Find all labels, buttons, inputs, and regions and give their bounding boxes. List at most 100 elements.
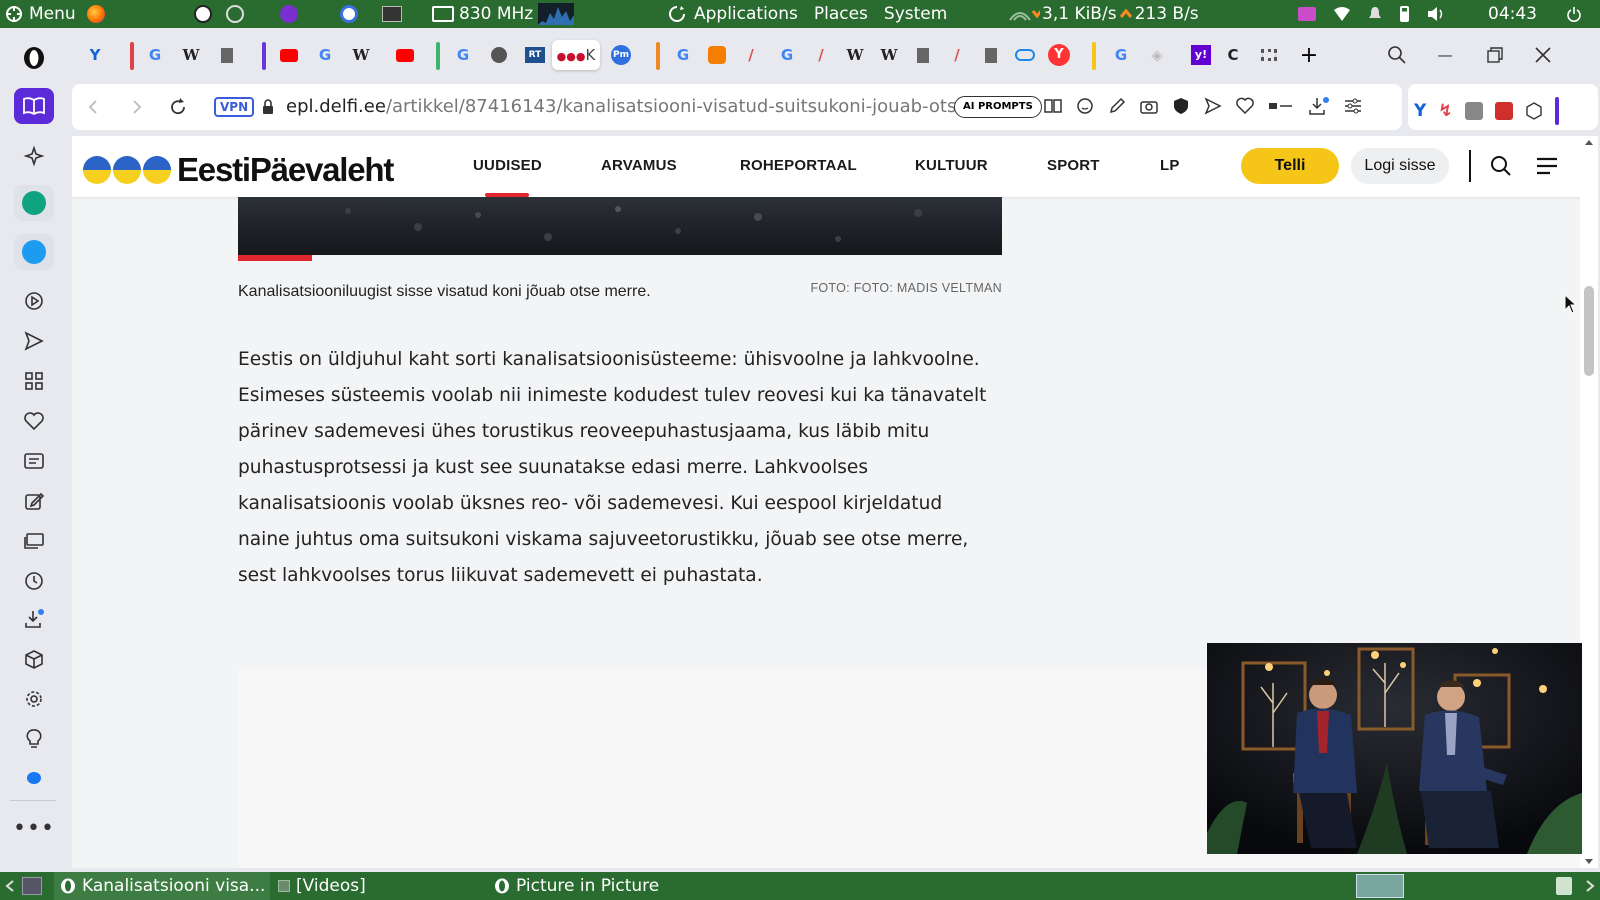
settings-gear-icon[interactable]: [226, 5, 244, 23]
tab-google-6[interactable]: G: [1106, 40, 1136, 70]
subscribe-button[interactable]: Telli: [1241, 148, 1339, 184]
taskbar-window-pip[interactable]: Picture in Picture: [494, 872, 659, 900]
taskbar-scroll-right[interactable]: [1584, 872, 1596, 900]
site-search-icon[interactable]: [1490, 155, 1512, 177]
tab-shield[interactable]: ◈: [1142, 40, 1172, 70]
heart-icon[interactable]: [1236, 97, 1254, 115]
tab-google-4[interactable]: G: [668, 40, 698, 70]
opera-logo-button[interactable]: [14, 40, 54, 76]
reload-icon[interactable]: [168, 97, 188, 117]
tab-wikipedia-1[interactable]: W: [176, 40, 206, 70]
wifi-icon[interactable]: [1334, 6, 1350, 22]
sidebar-settings-button[interactable]: [14, 681, 54, 717]
clock[interactable]: 04:43: [1488, 0, 1537, 28]
tab-rt[interactable]: RT: [520, 40, 550, 70]
new-tab-button[interactable]: +: [1294, 40, 1324, 70]
ext-cube-icon[interactable]: [1525, 102, 1543, 120]
ext-y-icon[interactable]: Y: [1414, 101, 1426, 121]
url-field[interactable]: epl.delfi.ee/artikkel/87416143/kanalisat…: [286, 96, 998, 117]
system-menu[interactable]: System: [884, 4, 947, 24]
reader-mode-icon[interactable]: [1044, 97, 1062, 115]
ai-prompts-button[interactable]: AI PROMPTS: [954, 96, 1042, 118]
tab-document-2[interactable]: [908, 40, 938, 70]
back-icon[interactable]: [86, 99, 100, 115]
sidebar-twitter-button[interactable]: [14, 234, 54, 270]
tab-moon[interactable]: C: [1218, 40, 1248, 70]
nav-lp[interactable]: LP: [1160, 157, 1180, 174]
login-button[interactable]: Logi sisse: [1351, 148, 1449, 184]
hamburger-menu-icon[interactable]: [1536, 156, 1558, 176]
tab-pen-2[interactable]: /: [806, 40, 836, 70]
tab-google-2[interactable]: G: [310, 40, 340, 70]
tab-wikipedia-3[interactable]: W: [840, 40, 870, 70]
sidebar-reader-button[interactable]: [14, 88, 54, 124]
close-window-button[interactable]: [1528, 40, 1558, 70]
battery-icon[interactable]: [1400, 6, 1409, 22]
app-a-icon[interactable]: [194, 5, 212, 23]
sidebar-chatgpt-button[interactable]: [14, 185, 54, 221]
sidebar-tips-button[interactable]: [14, 721, 54, 757]
taskbar-window-videos[interactable]: [Videos]: [278, 872, 366, 900]
downloads-icon[interactable]: [1308, 97, 1330, 115]
tab-grid[interactable]: [1254, 40, 1284, 70]
tab-google-1[interactable]: G: [140, 40, 170, 70]
workspace-switcher[interactable]: [1356, 872, 1404, 900]
tab-youtube-2[interactable]: [390, 40, 420, 70]
ext-translate-icon[interactable]: ↯: [1438, 101, 1452, 121]
menu-button[interactable]: Menu: [4, 0, 105, 28]
tab-yahoo[interactable]: y!: [1186, 40, 1216, 70]
tab-google-3[interactable]: G: [448, 40, 478, 70]
tab-cloud[interactable]: [1010, 40, 1040, 70]
sidebar-send-button[interactable]: [14, 323, 54, 359]
applications-menu[interactable]: Applications: [694, 4, 798, 24]
sidebar-player-button[interactable]: [14, 283, 54, 319]
tab-yandex[interactable]: Y: [1044, 40, 1074, 70]
nav-arvamus[interactable]: ARVAMUS: [601, 157, 677, 174]
places-menu[interactable]: Places: [814, 4, 868, 24]
terminal-icon[interactable]: [382, 6, 402, 22]
maximize-button[interactable]: [1480, 40, 1510, 70]
tab-document-3[interactable]: [976, 40, 1006, 70]
scroll-down-icon[interactable]: [1585, 859, 1593, 864]
tab-search-button[interactable]: [1382, 40, 1412, 70]
power-button[interactable]: [1566, 0, 1582, 28]
audio-app-icon[interactable]: [1298, 7, 1316, 21]
nav-uudised[interactable]: UUDISED: [473, 157, 542, 174]
sidebar-extensions-button[interactable]: [14, 642, 54, 678]
notification-bell-icon[interactable]: [1368, 6, 1382, 22]
sidebar-more-button[interactable]: •••: [13, 810, 54, 846]
send-icon[interactable]: [1204, 97, 1222, 115]
sidebar-history-button[interactable]: [14, 563, 54, 599]
sidebar-aria-button[interactable]: [14, 138, 54, 174]
sidebar-messenger-button[interactable]: [14, 760, 54, 796]
scroll-up-icon[interactable]: [1585, 140, 1593, 145]
tab-document-1[interactable]: [212, 40, 242, 70]
vpn-badge[interactable]: VPN: [214, 97, 255, 117]
tab-google-5[interactable]: G: [772, 40, 802, 70]
picture-in-picture-window[interactable]: [1207, 643, 1582, 854]
tab-pen-3[interactable]: /: [942, 40, 972, 70]
pencil-icon[interactable]: [1108, 97, 1126, 115]
trash-button[interactable]: [1556, 872, 1572, 900]
shield-icon[interactable]: [1172, 97, 1190, 115]
page-scrollbar[interactable]: [1580, 136, 1598, 868]
tab-globe[interactable]: [484, 40, 514, 70]
taskbar-window-opera[interactable]: Kanalisatsiooni visa...: [54, 872, 270, 900]
camera-icon[interactable]: [1140, 97, 1158, 115]
battery-saver-icon[interactable]: [1268, 97, 1294, 115]
ext-calendar-icon[interactable]: [1494, 102, 1513, 120]
tab-youtube-1[interactable]: [274, 40, 304, 70]
opera-icon[interactable]: [340, 5, 358, 23]
nav-kultuur[interactable]: KULTUUR: [915, 157, 988, 174]
sidebar-bookmarks-button[interactable]: [14, 403, 54, 439]
emoji-icon[interactable]: [1076, 97, 1094, 115]
sidebar-downloads-button[interactable]: [14, 601, 54, 637]
sidebar-pinboard-button[interactable]: [14, 483, 54, 519]
sidebar-speeddial-button[interactable]: [14, 363, 54, 399]
volume-icon[interactable]: [1427, 6, 1445, 22]
firefox-icon[interactable]: [86, 5, 105, 23]
tab-pm[interactable]: Pm: [606, 40, 636, 70]
tab-y-icon[interactable]: Y: [80, 40, 110, 70]
sidebar-tabs-button[interactable]: [14, 523, 54, 559]
podcast-icon[interactable]: [280, 5, 298, 23]
